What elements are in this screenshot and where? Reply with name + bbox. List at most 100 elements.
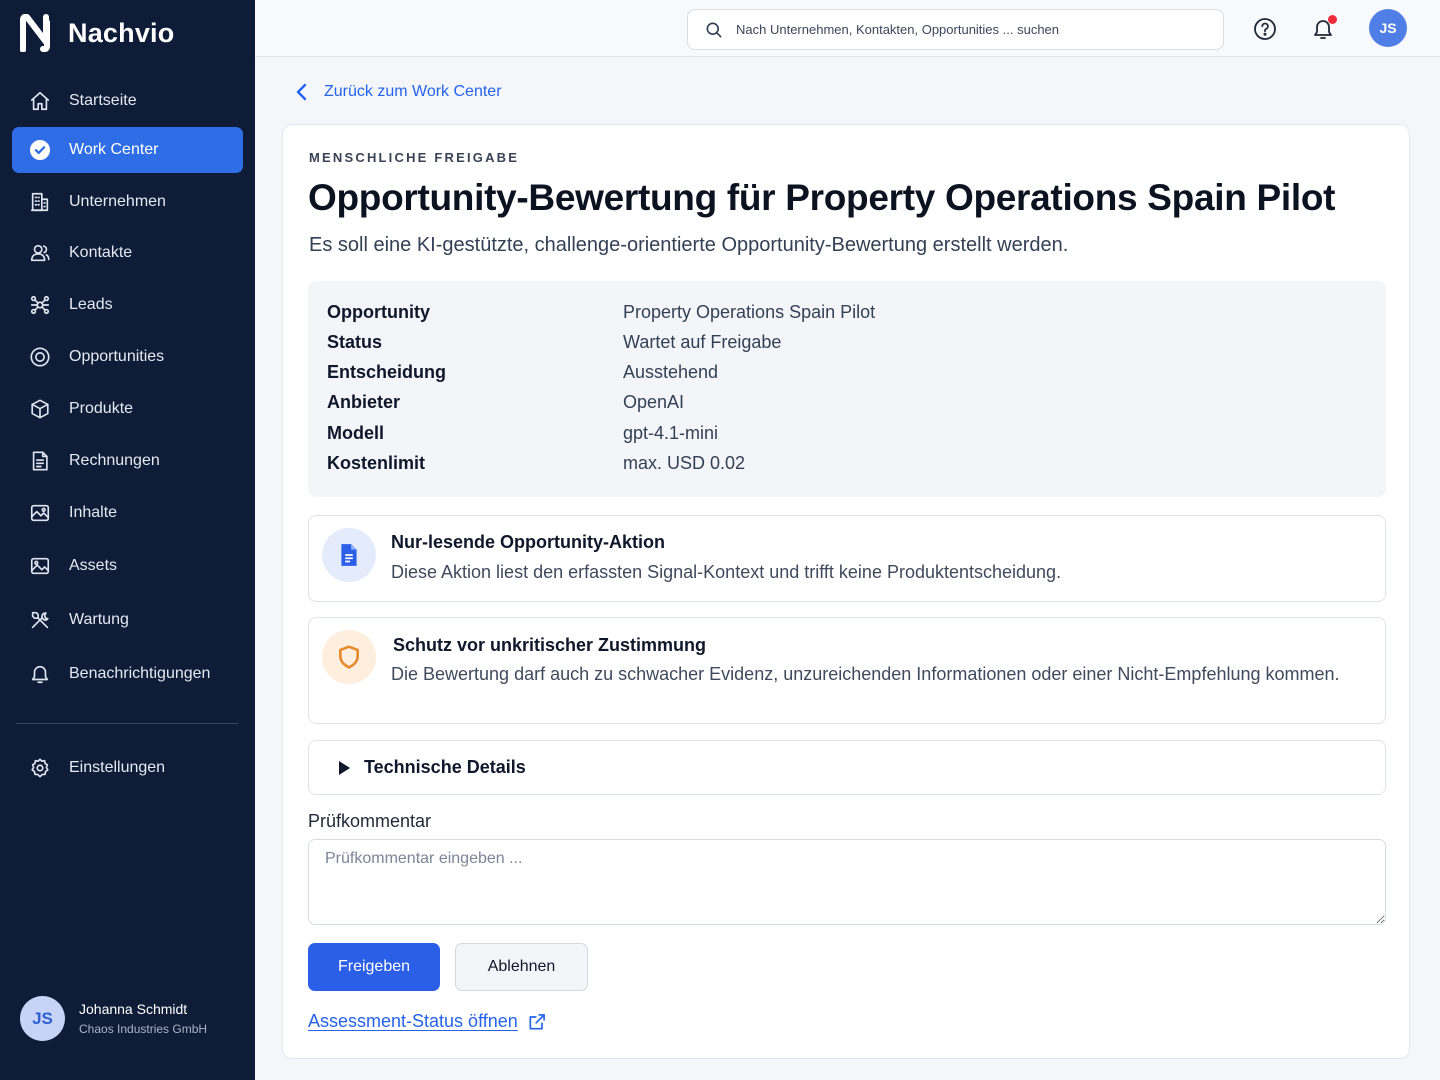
- sidebar: Nachvio Startseite Work Center Unternehm…: [0, 0, 255, 1080]
- picture-icon: [28, 554, 52, 578]
- sidebar-item-label: Rechnungen: [69, 452, 160, 469]
- sidebar-item-label: Leads: [69, 296, 113, 313]
- sidebar-item-einstellungen[interactable]: Einstellungen: [12, 745, 243, 791]
- meta-row: Kostenlimit max. USD 0.02: [327, 448, 745, 478]
- external-link-icon: [529, 1013, 545, 1029]
- sidebar-item-startseite[interactable]: Startseite: [12, 78, 243, 124]
- meta-row: Status Wartet auf Freigabe: [327, 327, 781, 357]
- back-link[interactable]: Zurück zum Work Center: [294, 82, 502, 102]
- assessment-status-link[interactable]: Assessment-Status öffnen: [308, 1011, 547, 1032]
- comment-label: Prüfkommentar: [308, 811, 432, 831]
- meta-value: Wartet auf Freigabe: [623, 331, 782, 352]
- box-icon: [28, 397, 52, 421]
- meta-value: Property Operations Spain Pilot: [623, 301, 876, 322]
- sidebar-item-produkte[interactable]: Produkte: [12, 386, 243, 432]
- tools-icon: [28, 608, 52, 632]
- sidebar-item-label: Unternehmen: [69, 193, 166, 210]
- sidebar-item-rechnungen[interactable]: Rechnungen: [12, 438, 243, 484]
- network-icon: [28, 293, 52, 317]
- protection-notice: Schutz vor unkritischer Zustimmung Die B…: [308, 617, 1386, 724]
- building-icon: [28, 190, 52, 214]
- sidebar-item-assets[interactable]: Assets: [12, 543, 243, 589]
- image-icon: [28, 501, 52, 525]
- target-icon: [28, 345, 52, 369]
- bell-icon: [28, 662, 52, 686]
- meta-value: gpt-4.1-mini: [623, 422, 719, 443]
- sidebar-item-benachrichtigungen[interactable]: Benachrichtigungen: [12, 651, 243, 697]
- review-comment-field[interactable]: [308, 839, 1386, 925]
- caret-right-icon: [339, 760, 350, 775]
- user-profile[interactable]: JS Johanna Schmidt Chaos Industries GmbH: [20, 996, 207, 1041]
- readonly-notice: Nur-lesende Opportunity-Aktion Diese Akt…: [308, 515, 1386, 602]
- notice-text: Die Bewertung darf auch zu schwacher Evi…: [391, 664, 1340, 684]
- meta-key: Modell: [327, 422, 384, 443]
- invoice-icon: [28, 449, 52, 473]
- meta-key: Opportunity: [327, 301, 430, 322]
- details-label: Technische Details: [364, 757, 526, 777]
- sidebar-item-work-center[interactable]: Work Center: [12, 127, 243, 173]
- notice-title: Nur-lesende Opportunity-Aktion: [391, 532, 665, 552]
- technical-details-toggle[interactable]: Technische Details: [308, 740, 1386, 795]
- users-icon: [28, 241, 52, 265]
- sidebar-item-label: Assets: [69, 557, 118, 574]
- help-icon: [1254, 18, 1276, 40]
- meta-row: Anbieter OpenAI: [327, 387, 684, 417]
- meta-key: Status: [327, 331, 383, 352]
- home-icon: [28, 89, 52, 113]
- search-icon: [706, 22, 722, 38]
- brand-logo-icon: [20, 14, 50, 52]
- notice-title: Schutz vor unkritischer Zustimmung: [393, 635, 707, 655]
- chevron-left-icon: [296, 83, 307, 101]
- sidebar-item-label: Opportunities: [69, 348, 165, 365]
- meta-panel: Opportunity Property Operations Spain Pi…: [308, 281, 1386, 497]
- meta-key: Anbieter: [327, 391, 401, 412]
- eyebrow: MENSCHLICHE FREIGABE: [309, 150, 520, 165]
- topbar: JS: [255, 0, 1440, 57]
- reject-button[interactable]: Ablehnen: [455, 943, 588, 991]
- meta-value: Ausstehend: [623, 361, 719, 382]
- user-name: Johanna Schmidt: [79, 1001, 188, 1017]
- sidebar-item-label: Wartung: [69, 611, 129, 628]
- meta-value: OpenAI: [623, 391, 685, 412]
- notifications-button[interactable]: [1310, 15, 1337, 42]
- sidebar-item-inhalte[interactable]: Inhalte: [12, 490, 243, 536]
- notice-text: Diese Aktion liest den erfassten Signal-…: [391, 562, 1062, 582]
- meta-key: Kostenlimit: [327, 452, 426, 473]
- help-button[interactable]: [1252, 16, 1278, 42]
- meta-row: Opportunity Property Operations Spain Pi…: [327, 297, 875, 327]
- user-company: Chaos Industries GmbH: [79, 1022, 208, 1036]
- page-title: Opportunity-Bewertung für Property Opera…: [308, 177, 1336, 218]
- avatar[interactable]: JS: [1369, 9, 1407, 47]
- search-box[interactable]: [687, 9, 1224, 50]
- sidebar-item-label: Startseite: [69, 92, 137, 109]
- avatar: JS: [20, 996, 65, 1041]
- sidebar-item-unternehmen[interactable]: Unternehmen: [12, 179, 243, 225]
- sidebar-item-label: Inhalte: [69, 504, 118, 521]
- search-input[interactable]: [736, 22, 1196, 37]
- sidebar-item-wartung[interactable]: Wartung: [12, 597, 243, 643]
- sidebar-item-opportunities[interactable]: Opportunities: [12, 334, 243, 380]
- sidebar-item-label: Einstellungen: [69, 759, 166, 776]
- page-subtitle: Es soll eine KI-gestützte, challenge-ori…: [309, 234, 1069, 256]
- sidebar-item-kontakte[interactable]: Kontakte: [12, 230, 243, 276]
- sidebar-item-label: Benachrichtigungen: [69, 665, 211, 682]
- approve-button[interactable]: Freigeben: [308, 943, 440, 991]
- meta-row: Entscheidung Ausstehend: [327, 357, 718, 387]
- notification-badge: [1328, 15, 1337, 24]
- meta-key: Entscheidung: [327, 361, 447, 382]
- shield-icon: [322, 630, 376, 684]
- meta-value: max. USD 0.02: [623, 452, 746, 473]
- sidebar-divider: [16, 723, 238, 724]
- status-link-label: Assessment-Status öffnen: [308, 1011, 518, 1031]
- document-icon: [322, 528, 376, 582]
- approval-card: MENSCHLICHE FREIGABE Opportunity-Bewertu…: [282, 124, 1410, 1059]
- brand[interactable]: Nachvio: [20, 14, 174, 52]
- gear-icon: [28, 756, 52, 780]
- sidebar-item-label: Work Center: [69, 141, 159, 158]
- sidebar-item-label: Kontakte: [69, 244, 133, 261]
- back-link-label: Zurück zum Work Center: [324, 83, 502, 100]
- brand-name: Nachvio: [68, 17, 175, 48]
- sidebar-item-leads[interactable]: Leads: [12, 282, 243, 328]
- check-circle-icon: [28, 138, 52, 162]
- sidebar-item-label: Produkte: [69, 400, 134, 417]
